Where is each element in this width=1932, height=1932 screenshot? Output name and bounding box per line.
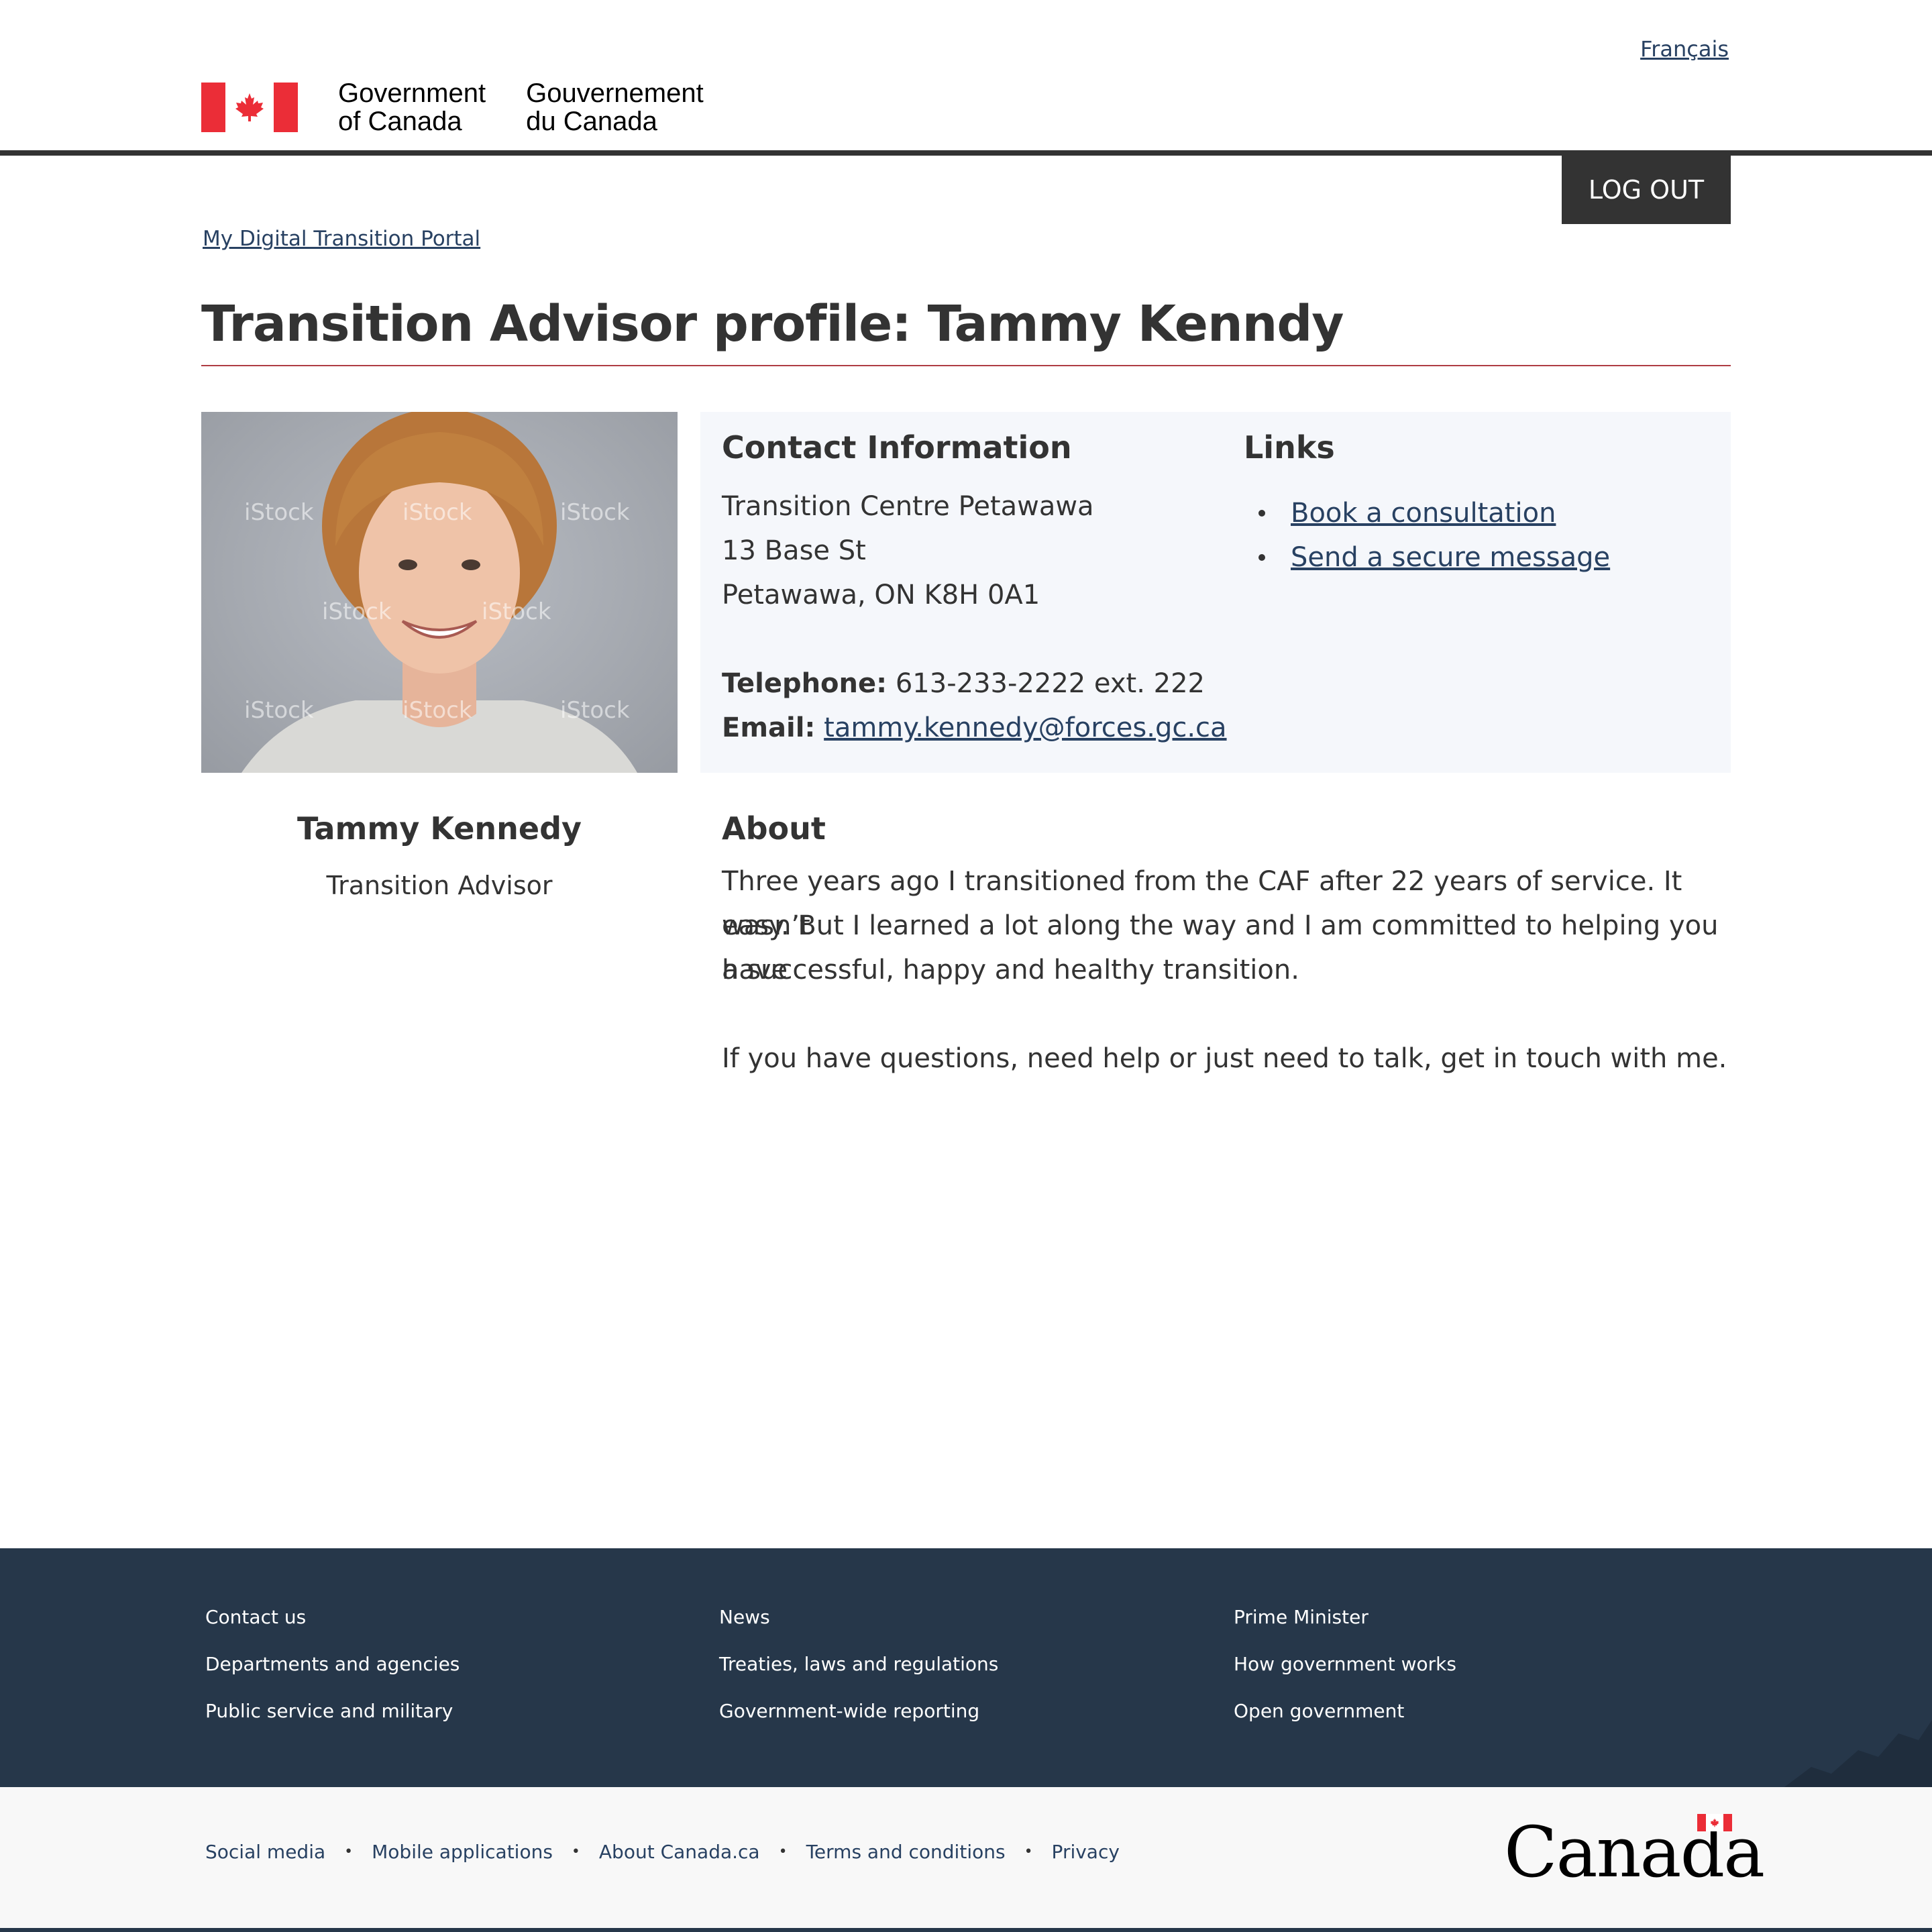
footer-link[interactable]: Public service and military [205,1688,460,1735]
footer-link[interactable]: Contact us [205,1594,460,1641]
social-media-link[interactable]: Social media [205,1841,325,1863]
separator-icon: • [1024,1843,1033,1860]
photo-watermark: iStock [244,499,314,526]
book-consultation-link[interactable]: Book a consultation [1291,491,1556,535]
footer-link[interactable]: Open government [1234,1688,1456,1735]
bullet-icon [1258,510,1265,517]
footer-link[interactable]: How government works [1234,1641,1456,1688]
send-secure-message-link[interactable]: Send a secure message [1291,535,1610,580]
footer-main: Contact us Departments and agencies Publ… [0,1548,1932,1787]
about-paragraph-line: a successful, happy and healthy transiti… [722,955,1299,985]
advisor-role: Transition Advisor [326,871,553,900]
privacy-link[interactable]: Privacy [1052,1841,1120,1863]
photo-watermark: iStock [244,697,314,724]
list-item: Send a secure message [1250,535,1610,580]
footer-sub: Social media • Mobile applications • Abo… [0,1787,1932,1932]
photo-watermark: iStock [322,598,392,625]
links-heading: Links [1244,429,1335,466]
wordmark-flag-icon [1697,1814,1732,1831]
telephone-row: Telephone: 613-233-2222 ext. 222 [722,668,1205,699]
separator-icon: • [571,1843,580,1860]
footer-link[interactable]: Treaties, laws and regulations [719,1641,998,1688]
address-line: 13 Base St [722,535,866,566]
terms-link[interactable]: Terms and conditions [806,1841,1006,1863]
landscape-icon [1784,1720,1932,1787]
page-title: Transition Advisor profile: Tammy Kenndy [201,295,1731,366]
advisor-photo: iStock iStock iStock iStock iStock iStoc… [201,412,678,773]
government-of-canada-signature[interactable]: Government of Canada Gouvernement du Can… [201,79,704,136]
photo-watermark: iStock [402,697,472,724]
photo-watermark: iStock [560,697,630,724]
signature-french: Gouvernement du Canada [526,78,704,136]
logout-button[interactable]: LOG OUT [1562,156,1731,224]
footer-column: Prime Minister How government works Open… [1234,1594,1456,1735]
footer-link[interactable]: Departments and agencies [205,1641,460,1688]
telephone-label: Telephone: [722,668,888,699]
language-toggle-link[interactable]: Français [1640,36,1729,62]
separator-icon: • [344,1843,354,1860]
footer-link[interactable]: Government-wide reporting [719,1688,998,1735]
footer-sub-links: Social media • Mobile applications • Abo… [205,1841,1120,1863]
photo-watermark: iStock [402,499,472,526]
signature-english: Government of Canada [338,78,486,136]
address-line: Petawawa, ON K8H 0A1 [722,580,1040,610]
about-heading: About [722,810,826,847]
address-line: Transition Centre Petawawa [722,491,1094,522]
footer-link[interactable]: News [719,1594,998,1641]
about-canada-link[interactable]: About Canada.ca [599,1841,760,1863]
mobile-applications-link[interactable]: Mobile applications [372,1841,553,1863]
header-divider [0,150,1932,156]
contact-heading: Contact Information [722,429,1072,466]
telephone-value: 613-233-2222 ext. 222 [895,668,1205,699]
photo-watermark: iStock [560,499,630,526]
breadcrumb-portal-link[interactable]: My Digital Transition Portal [203,227,480,251]
footer-column: News Treaties, laws and regulations Gove… [719,1594,998,1735]
email-row: Email: tammy.kennedy@forces.gc.ca [722,712,1227,743]
canada-flag-icon [201,83,298,132]
advisor-name: Tammy Kennedy [297,810,582,847]
list-item: Book a consultation [1250,491,1610,535]
footer-link[interactable]: Prime Minister [1234,1594,1456,1641]
contact-panel: Contact Information Transition Centre Pe… [700,412,1731,773]
bullet-icon [1258,554,1265,561]
links-list: Book a consultation Send a secure messag… [1250,491,1610,580]
photo-watermark: iStock [482,598,551,625]
separator-icon: • [778,1843,788,1860]
email-link[interactable]: tammy.kennedy@forces.gc.ca [824,712,1226,743]
bottom-divider [0,1928,1932,1932]
email-label: Email: [722,712,816,743]
footer-column: Contact us Departments and agencies Publ… [205,1594,460,1735]
about-paragraph: If you have questions, need help or just… [722,1043,1727,1074]
